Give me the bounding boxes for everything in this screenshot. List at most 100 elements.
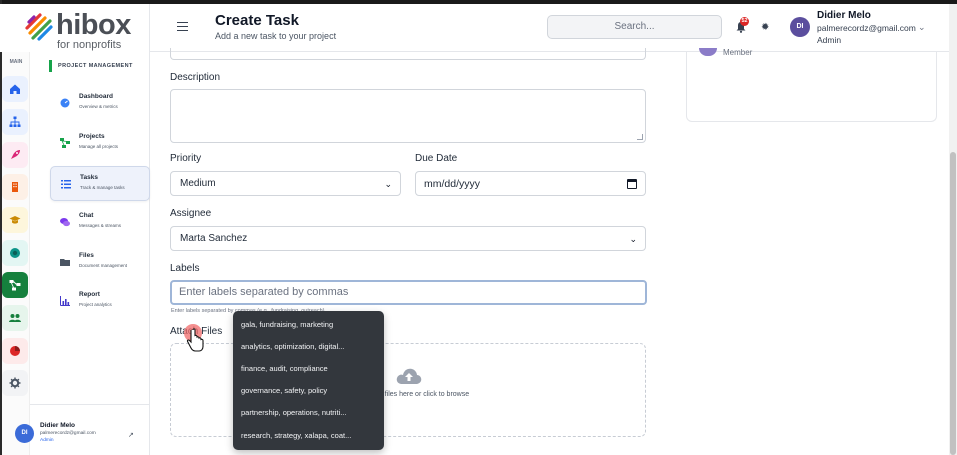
building-icon <box>12 182 18 192</box>
title-input-partial[interactable] <box>170 48 646 60</box>
chevron-down-icon: ⌄ <box>384 179 392 189</box>
profile-email: palmerecordz@gmail.com <box>40 431 96 436</box>
folder-icon <box>60 259 70 266</box>
sidebar-item-title: Dashboard <box>79 93 113 100</box>
gauge-icon <box>60 98 70 108</box>
suggestion-option[interactable]: analytics, optimization, digital... <box>241 338 381 356</box>
description-textarea[interactable] <box>170 89 646 143</box>
sidebar-section-title: PROJECT MANAGEMENT <box>49 60 141 72</box>
brand-logo[interactable]: hibox for nonprofits <box>0 4 150 52</box>
top-header: Create Task Add a new task to your proje… <box>150 4 949 52</box>
icon-rail: MAIN <box>2 52 30 455</box>
sidebar-item-chat[interactable]: Chat Messages & streams <box>50 205 150 240</box>
brand-name: hibox <box>56 9 131 41</box>
rail-rocket-button[interactable] <box>2 142 28 168</box>
due-date-placeholder: mm/dd/yyyy <box>424 178 481 190</box>
calendar-icon[interactable] <box>627 179 637 189</box>
sitemap-icon <box>9 116 21 127</box>
user-name: Didier Melo <box>817 10 871 21</box>
suggestion-option[interactable]: finance, audit, compliance <box>241 360 381 378</box>
sidebar-item-subtitle: Project analytics <box>79 302 112 307</box>
rail-sitemap-button[interactable] <box>2 109 28 135</box>
sidebar-item-title: Report <box>79 291 100 298</box>
sidebar-profile[interactable]: DI Didier Melo palmerecordz@gmail.com Ad… <box>15 404 150 455</box>
description-label: Description <box>170 72 221 83</box>
profile-name: Didier Melo <box>40 422 76 429</box>
rail-circle-dot-button[interactable] <box>2 240 28 266</box>
vertical-scrollbar[interactable] <box>949 4 957 455</box>
side-info-card: Member <box>686 48 937 122</box>
rail-graduation-cap-button[interactable] <box>2 207 28 233</box>
member-role-label: Member <box>723 48 753 57</box>
page-title: Create Task <box>215 12 299 29</box>
rail-building-button[interactable] <box>2 174 28 200</box>
sidebar-item-tasks[interactable]: Tasks Track & manage tasks <box>50 166 150 201</box>
pie-chart-icon <box>10 346 20 356</box>
pointer-cursor-icon <box>184 324 204 352</box>
avatar[interactable]: DI <box>790 17 810 37</box>
circle-dot-icon <box>10 248 20 258</box>
sidebar-item-subtitle: Messages & streams <box>79 223 122 228</box>
graduation-cap-icon <box>9 216 21 224</box>
sidebar-item-files[interactable]: Files Document management <box>50 245 150 280</box>
due-date-label: Due Date <box>415 153 458 164</box>
assignee-label: Assignee <box>170 208 212 219</box>
profile-role: Admin <box>40 438 54 443</box>
sidebar-panel: PROJECT MANAGEMENT Dashboard Overview & … <box>15 52 150 455</box>
rail-project-diagram-button[interactable] <box>2 272 28 298</box>
suggestion-option[interactable]: partnership, operations, nutriti... <box>241 404 381 422</box>
suggestion-option[interactable]: gala, fundraising, marketing <box>241 316 381 334</box>
labels-input[interactable]: Enter labels separated by commas <box>170 280 647 305</box>
scrollbar-thumb[interactable] <box>950 152 956 455</box>
user-email: palmerecordz@gmail.com <box>817 23 916 33</box>
rail-pie-chart-button[interactable] <box>2 338 28 364</box>
rail-home-button[interactable] <box>2 76 28 102</box>
priority-label: Priority <box>170 153 202 164</box>
sidebar-item-subtitle: Track & manage tasks <box>80 185 125 190</box>
sidebar-item-report[interactable]: Report Project analytics <box>50 284 150 319</box>
rocket-icon <box>11 150 20 159</box>
priority-value: Medium <box>180 178 216 189</box>
avatar <box>699 48 717 56</box>
chevron-down-icon: ⌄ <box>629 234 637 244</box>
due-date-input[interactable]: mm/dd/yyyy <box>415 171 646 196</box>
priority-select[interactable]: Medium ⌄ <box>170 171 401 196</box>
sidebar-item-title: Tasks <box>80 174 98 181</box>
sidebar-item-subtitle: Document management <box>79 263 128 268</box>
labels-label: Labels <box>170 263 200 274</box>
search-input[interactable]: Search... <box>547 15 722 39</box>
assignee-value: Marta Sanchez <box>180 233 248 244</box>
gear-icon <box>9 377 21 389</box>
logo-mark-icon <box>25 13 53 41</box>
rail-section-label: MAIN <box>9 59 23 65</box>
labels-suggestion-dropdown: gala, fundraising, marketing analytics, … <box>233 311 384 450</box>
chat-bubbles-icon <box>60 218 70 227</box>
cloud-upload-icon <box>396 368 422 384</box>
user-role: Admin <box>817 35 842 45</box>
chevron-down-icon[interactable]: ⌄ <box>918 22 926 33</box>
settings-gear-icon[interactable]: ✹ <box>761 22 769 33</box>
assignee-select[interactable]: Marta Sanchez ⌄ <box>170 226 646 251</box>
notification-badge: 52 <box>740 17 749 26</box>
avatar: DI <box>15 424 34 443</box>
home-icon <box>10 84 20 94</box>
sidebar-item-title: Files <box>79 252 94 259</box>
sidebar-item-dashboard[interactable]: Dashboard Overview & metrics <box>50 86 150 121</box>
project-diagram-icon <box>9 280 21 291</box>
sidebar-item-projects[interactable]: Projects Manage all projects <box>50 126 150 161</box>
hamburger-menu-icon[interactable] <box>177 22 188 31</box>
create-task-form: Description Priority Medium ⌄ Due Date m… <box>150 48 670 455</box>
people-icon <box>9 314 21 322</box>
external-link-icon[interactable]: ↗ <box>128 431 134 439</box>
sidebar-item-subtitle: Overview & metrics <box>79 104 118 109</box>
rail-people-button[interactable] <box>2 305 28 331</box>
suggestion-option[interactable]: governance, safety, policy <box>241 382 381 400</box>
sidebar-item-title: Chat <box>79 212 94 219</box>
bar-chart-icon <box>60 296 70 306</box>
rail-gear-button[interactable] <box>2 370 28 396</box>
sidebar-item-subtitle: Manage all projects <box>79 144 119 149</box>
task-list-icon <box>61 180 71 189</box>
brand-tagline: for nonprofits <box>57 39 122 51</box>
sidebar-item-title: Projects <box>79 133 105 140</box>
suggestion-option[interactable]: research, strategy, xalapa, coat... <box>241 427 381 445</box>
